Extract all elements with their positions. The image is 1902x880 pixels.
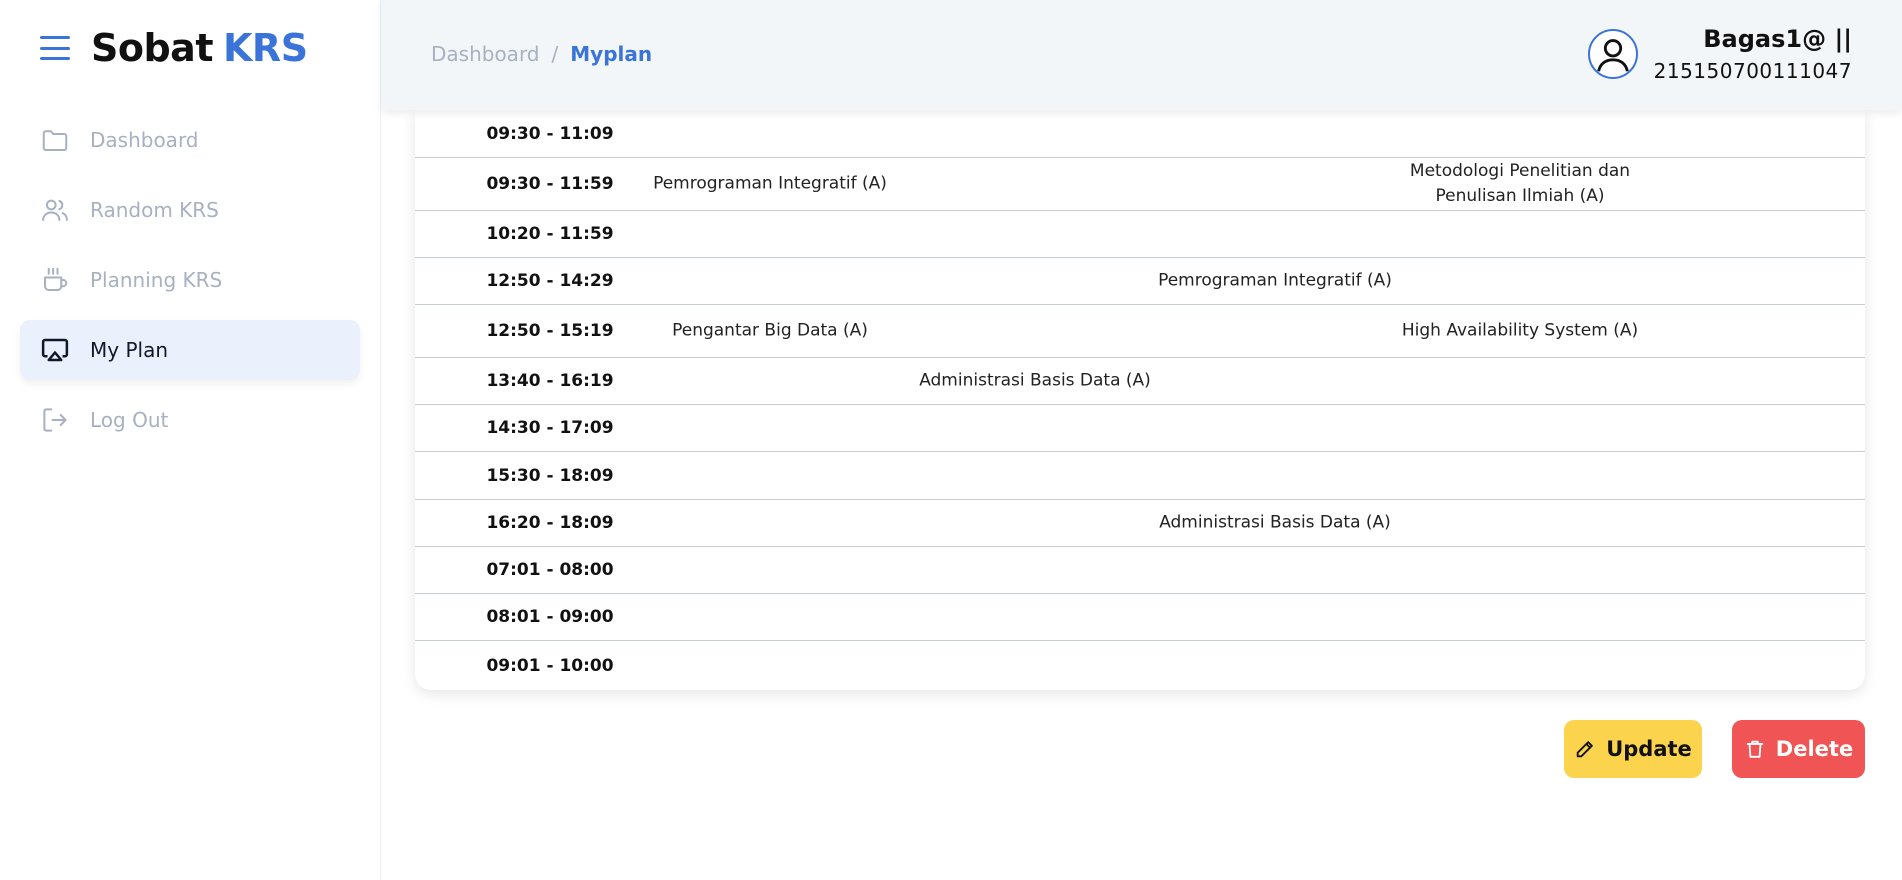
time-cell: 10:20 - 11:59 bbox=[486, 224, 614, 244]
table-row: 12:50 - 14:29 Pemrograman Integratif (A) bbox=[415, 258, 1865, 305]
sidebar-item-random-krs[interactable]: Random KRS bbox=[20, 180, 360, 240]
users-icon bbox=[40, 195, 70, 225]
pencil-icon bbox=[1576, 741, 1593, 758]
breadcrumb: Dashboard / Myplan bbox=[431, 42, 652, 66]
folder-icon bbox=[40, 125, 70, 155]
table-row: 12:50 - 15:19 Pengantar Big Data (A) Hig… bbox=[415, 305, 1865, 358]
time-cell: 09:30 - 11:59 bbox=[486, 174, 614, 194]
time-cell: 12:50 - 15:19 bbox=[486, 321, 614, 341]
trash-icon bbox=[1746, 740, 1764, 758]
airplay-icon bbox=[40, 335, 70, 365]
time-cell: 14:30 - 17:09 bbox=[486, 418, 614, 438]
user-avatar-icon[interactable] bbox=[1587, 29, 1638, 79]
sidebar-item-label: Log Out bbox=[90, 408, 169, 432]
logo[interactable]: Sobat KRS bbox=[91, 26, 308, 70]
sidebar-item-log-out[interactable]: Log Out bbox=[20, 390, 360, 450]
user-text: Bagas1@ || 215150700111047 bbox=[1654, 25, 1852, 83]
breadcrumb-separator: / bbox=[551, 42, 559, 66]
delete-button[interactable]: Delete bbox=[1732, 720, 1865, 778]
top-header: Dashboard / Myplan Bagas1@ || 2151507001… bbox=[381, 0, 1902, 110]
table-row: 07:01 - 08:00 bbox=[415, 547, 1865, 594]
user-name: Bagas1@ || bbox=[1703, 25, 1852, 53]
table-row: 08:01 - 09:00 bbox=[415, 594, 1865, 641]
table-row: 14:30 - 17:09 bbox=[415, 405, 1865, 452]
sidebar: Sobat KRS Dashboard Random KRS Planning K… bbox=[0, 0, 381, 880]
schedule-table: 09:30 - 11:09 09:30 - 11:59 Pemrograman … bbox=[415, 110, 1865, 690]
table-row: 09:30 - 11:09 bbox=[415, 110, 1865, 158]
sidebar-nav: Dashboard Random KRS Planning KRS My Pla… bbox=[20, 110, 360, 460]
sidebar-item-my-plan[interactable]: My Plan bbox=[20, 320, 360, 380]
time-cell: 09:01 - 10:00 bbox=[486, 655, 614, 676]
update-button[interactable]: Update bbox=[1564, 720, 1702, 778]
user-profile[interactable]: Bagas1@ || 215150700111047 bbox=[1587, 25, 1852, 83]
table-row: 16:20 - 18:09 Administrasi Basis Data (A… bbox=[415, 500, 1865, 547]
course-cell: Administrasi Basis Data (A) bbox=[1159, 512, 1391, 533]
course-cell: Pemrograman Integratif (A) bbox=[1158, 270, 1392, 291]
sidebar-item-label: Random KRS bbox=[90, 198, 219, 222]
table-row: 13:40 - 16:19 Administrasi Basis Data (A… bbox=[415, 358, 1865, 405]
time-cell: 07:01 - 08:00 bbox=[486, 560, 614, 580]
course-cell: Metodologi Penelitian dan Penulisan Ilmi… bbox=[1409, 161, 1631, 206]
delete-label: Delete bbox=[1775, 737, 1854, 761]
table-row: 09:30 - 11:59 Pemrograman Integratif (A)… bbox=[415, 158, 1865, 211]
breadcrumb-dashboard[interactable]: Dashboard bbox=[431, 42, 540, 66]
table-row: 09:01 - 10:00 bbox=[415, 641, 1865, 690]
logo-part-2: KRS bbox=[222, 26, 308, 70]
update-label: Update bbox=[1606, 737, 1692, 761]
course-cell: Administrasi Basis Data (A) bbox=[919, 370, 1151, 391]
cup-icon bbox=[40, 265, 70, 295]
time-cell: 15:30 - 18:09 bbox=[486, 465, 614, 486]
logout-icon bbox=[40, 405, 70, 435]
course-cell: High Availability System (A) bbox=[1401, 320, 1639, 341]
sidebar-item-label: My Plan bbox=[90, 338, 168, 362]
time-cell: 08:01 - 09:00 bbox=[486, 607, 614, 627]
time-cell: 16:20 - 18:09 bbox=[486, 513, 614, 533]
course-cell: Pemrograman Integratif (A) bbox=[653, 173, 887, 194]
sidebar-item-planning-krs[interactable]: Planning KRS bbox=[20, 250, 360, 310]
sidebar-item-label: Dashboard bbox=[90, 128, 199, 152]
sidebar-item-label: Planning KRS bbox=[90, 268, 223, 292]
hamburger-menu-icon[interactable] bbox=[40, 36, 70, 60]
table-row: 10:20 - 11:59 bbox=[415, 211, 1865, 258]
brand: Sobat KRS bbox=[40, 24, 308, 72]
user-nim: 215150700111047 bbox=[1653, 59, 1852, 83]
time-cell: 09:30 - 11:09 bbox=[486, 123, 614, 144]
breadcrumb-myplan: Myplan bbox=[570, 42, 653, 66]
logo-part-1: Sobat bbox=[91, 26, 213, 70]
table-row: 15:30 - 18:09 bbox=[415, 452, 1865, 500]
sidebar-item-dashboard[interactable]: Dashboard bbox=[20, 110, 360, 170]
time-cell: 13:40 - 16:19 bbox=[486, 371, 614, 391]
course-cell: Pengantar Big Data (A) bbox=[672, 320, 868, 341]
time-cell: 12:50 - 14:29 bbox=[486, 271, 614, 291]
